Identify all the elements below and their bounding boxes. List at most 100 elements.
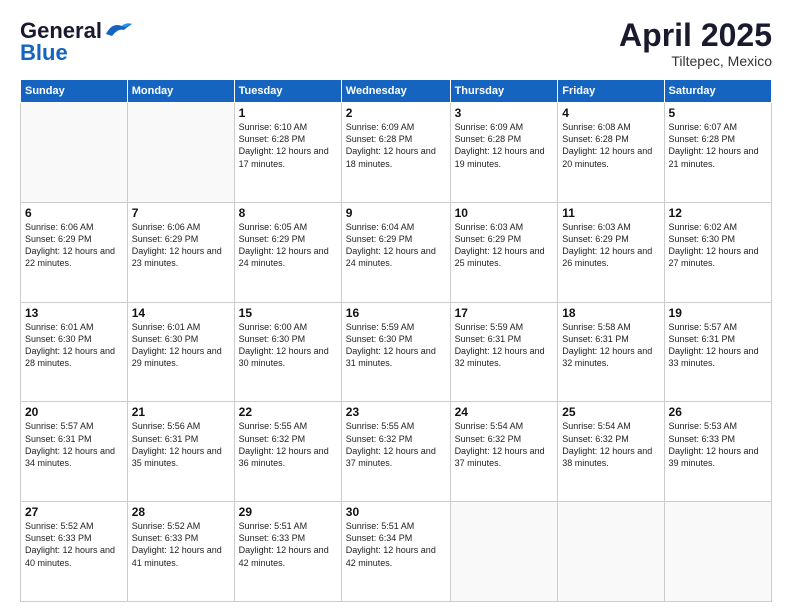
week-row-5: 27 Sunrise: 5:52 AMSunset: 6:33 PMDayligh… xyxy=(21,502,772,602)
page: General Blue April 2025 Tiltepec, Mexico… xyxy=(0,0,792,612)
day-number: 25 xyxy=(562,405,659,419)
calendar-cell: 15Sunrise: 6:00 AMSunset: 6:30 PMDayligh… xyxy=(234,302,341,402)
day-info: Sunrise: 6:08 AMSunset: 6:28 PMDaylight:… xyxy=(562,121,659,170)
day-info: Sunrise: 6:06 AMSunset: 6:29 PMDaylight:… xyxy=(132,221,230,270)
calendar-cell: 23Sunrise: 5:55 AMSunset: 6:32 PMDayligh… xyxy=(341,402,450,502)
calendar-cell: 17Sunrise: 5:59 AMSunset: 6:31 PMDayligh… xyxy=(450,302,558,402)
calendar-cell: 21Sunrise: 5:56 AMSunset: 6:31 PMDayligh… xyxy=(127,402,234,502)
calendar-cell: 28Sunrise: 5:52 AMSunset: 6:33 PMDayligh… xyxy=(127,502,234,602)
calendar-cell: 4Sunrise: 6:08 AMSunset: 6:28 PMDaylight… xyxy=(558,103,664,203)
calendar-cell: 19Sunrise: 5:57 AMSunset: 6:31 PMDayligh… xyxy=(664,302,771,402)
day-info: Sunrise: 5:57 AMSunset: 6:31 PMDaylight:… xyxy=(669,321,767,370)
day-number: 18 xyxy=(562,306,659,320)
day-info: Sunrise: 6:03 AMSunset: 6:29 PMDaylight:… xyxy=(562,221,659,270)
calendar-cell: 16Sunrise: 5:59 AMSunset: 6:30 PMDayligh… xyxy=(341,302,450,402)
location: Tiltepec, Mexico xyxy=(619,53,772,69)
calendar-cell xyxy=(127,103,234,203)
calendar-cell: 18Sunrise: 5:58 AMSunset: 6:31 PMDayligh… xyxy=(558,302,664,402)
header: General Blue April 2025 Tiltepec, Mexico xyxy=(20,18,772,69)
day-number: 20 xyxy=(25,405,123,419)
title-block: April 2025 Tiltepec, Mexico xyxy=(619,18,772,69)
logo: General Blue xyxy=(20,18,134,66)
day-number: 21 xyxy=(132,405,230,419)
day-header-friday: Friday xyxy=(558,80,664,103)
day-number: 7 xyxy=(132,206,230,220)
day-number: 19 xyxy=(669,306,767,320)
calendar-cell: 3Sunrise: 6:09 AMSunset: 6:28 PMDaylight… xyxy=(450,103,558,203)
day-header-monday: Monday xyxy=(127,80,234,103)
calendar-cell: 22Sunrise: 5:55 AMSunset: 6:32 PMDayligh… xyxy=(234,402,341,502)
day-number: 28 xyxy=(132,505,230,519)
day-info: Sunrise: 6:00 AMSunset: 6:30 PMDaylight:… xyxy=(239,321,337,370)
day-info: Sunrise: 5:51 AMSunset: 6:34 PMDaylight:… xyxy=(346,520,446,569)
day-number: 29 xyxy=(239,505,337,519)
day-number: 9 xyxy=(346,206,446,220)
day-info: Sunrise: 6:06 AMSunset: 6:29 PMDaylight:… xyxy=(25,221,123,270)
day-info: Sunrise: 5:57 AMSunset: 6:31 PMDaylight:… xyxy=(25,420,123,469)
day-number: 14 xyxy=(132,306,230,320)
calendar-cell: 7Sunrise: 6:06 AMSunset: 6:29 PMDaylight… xyxy=(127,202,234,302)
week-row-3: 13Sunrise: 6:01 AMSunset: 6:30 PMDayligh… xyxy=(21,302,772,402)
day-number: 26 xyxy=(669,405,767,419)
day-number: 2 xyxy=(346,106,446,120)
day-info: Sunrise: 6:09 AMSunset: 6:28 PMDaylight:… xyxy=(346,121,446,170)
day-info: Sunrise: 6:09 AMSunset: 6:28 PMDaylight:… xyxy=(455,121,554,170)
day-number: 3 xyxy=(455,106,554,120)
calendar-cell: 30Sunrise: 5:51 AMSunset: 6:34 PMDayligh… xyxy=(341,502,450,602)
calendar-cell: 27Sunrise: 5:52 AMSunset: 6:33 PMDayligh… xyxy=(21,502,128,602)
month-year: April 2025 xyxy=(619,18,772,53)
logo-blue: Blue xyxy=(20,40,68,66)
day-info: Sunrise: 5:59 AMSunset: 6:31 PMDaylight:… xyxy=(455,321,554,370)
calendar: SundayMondayTuesdayWednesdayThursdayFrid… xyxy=(20,79,772,602)
calendar-cell: 6Sunrise: 6:06 AMSunset: 6:29 PMDaylight… xyxy=(21,202,128,302)
calendar-cell: 10Sunrise: 6:03 AMSunset: 6:29 PMDayligh… xyxy=(450,202,558,302)
day-number: 12 xyxy=(669,206,767,220)
day-number: 23 xyxy=(346,405,446,419)
day-header-sunday: Sunday xyxy=(21,80,128,103)
day-number: 8 xyxy=(239,206,337,220)
day-info: Sunrise: 5:55 AMSunset: 6:32 PMDaylight:… xyxy=(239,420,337,469)
day-header-tuesday: Tuesday xyxy=(234,80,341,103)
day-number: 24 xyxy=(455,405,554,419)
calendar-cell: 24Sunrise: 5:54 AMSunset: 6:32 PMDayligh… xyxy=(450,402,558,502)
calendar-cell xyxy=(664,502,771,602)
calendar-cell: 8Sunrise: 6:05 AMSunset: 6:29 PMDaylight… xyxy=(234,202,341,302)
day-info: Sunrise: 6:04 AMSunset: 6:29 PMDaylight:… xyxy=(346,221,446,270)
day-number: 27 xyxy=(25,505,123,519)
calendar-header: SundayMondayTuesdayWednesdayThursdayFrid… xyxy=(21,80,772,103)
day-number: 1 xyxy=(239,106,337,120)
day-info: Sunrise: 5:52 AMSunset: 6:33 PMDaylight:… xyxy=(132,520,230,569)
day-number: 13 xyxy=(25,306,123,320)
calendar-cell xyxy=(21,103,128,203)
day-info: Sunrise: 6:01 AMSunset: 6:30 PMDaylight:… xyxy=(25,321,123,370)
day-number: 15 xyxy=(239,306,337,320)
calendar-cell: 26Sunrise: 5:53 AMSunset: 6:33 PMDayligh… xyxy=(664,402,771,502)
day-info: Sunrise: 6:05 AMSunset: 6:29 PMDaylight:… xyxy=(239,221,337,270)
day-info: Sunrise: 5:58 AMSunset: 6:31 PMDaylight:… xyxy=(562,321,659,370)
day-number: 22 xyxy=(239,405,337,419)
day-info: Sunrise: 6:10 AMSunset: 6:28 PMDaylight:… xyxy=(239,121,337,170)
calendar-cell xyxy=(450,502,558,602)
calendar-cell: 25Sunrise: 5:54 AMSunset: 6:32 PMDayligh… xyxy=(558,402,664,502)
day-number: 10 xyxy=(455,206,554,220)
day-number: 6 xyxy=(25,206,123,220)
day-info: Sunrise: 5:59 AMSunset: 6:30 PMDaylight:… xyxy=(346,321,446,370)
week-row-4: 20Sunrise: 5:57 AMSunset: 6:31 PMDayligh… xyxy=(21,402,772,502)
day-info: Sunrise: 6:03 AMSunset: 6:29 PMDaylight:… xyxy=(455,221,554,270)
day-header-thursday: Thursday xyxy=(450,80,558,103)
calendar-cell xyxy=(558,502,664,602)
days-header-row: SundayMondayTuesdayWednesdayThursdayFrid… xyxy=(21,80,772,103)
day-header-saturday: Saturday xyxy=(664,80,771,103)
day-info: Sunrise: 5:54 AMSunset: 6:32 PMDaylight:… xyxy=(562,420,659,469)
day-info: Sunrise: 6:02 AMSunset: 6:30 PMDaylight:… xyxy=(669,221,767,270)
logo-bird-icon xyxy=(104,20,134,42)
day-info: Sunrise: 6:07 AMSunset: 6:28 PMDaylight:… xyxy=(669,121,767,170)
calendar-cell: 11Sunrise: 6:03 AMSunset: 6:29 PMDayligh… xyxy=(558,202,664,302)
day-number: 4 xyxy=(562,106,659,120)
day-info: Sunrise: 5:53 AMSunset: 6:33 PMDaylight:… xyxy=(669,420,767,469)
calendar-cell: 20Sunrise: 5:57 AMSunset: 6:31 PMDayligh… xyxy=(21,402,128,502)
calendar-body: 1Sunrise: 6:10 AMSunset: 6:28 PMDaylight… xyxy=(21,103,772,602)
calendar-cell: 12Sunrise: 6:02 AMSunset: 6:30 PMDayligh… xyxy=(664,202,771,302)
day-info: Sunrise: 5:54 AMSunset: 6:32 PMDaylight:… xyxy=(455,420,554,469)
week-row-1: 1Sunrise: 6:10 AMSunset: 6:28 PMDaylight… xyxy=(21,103,772,203)
